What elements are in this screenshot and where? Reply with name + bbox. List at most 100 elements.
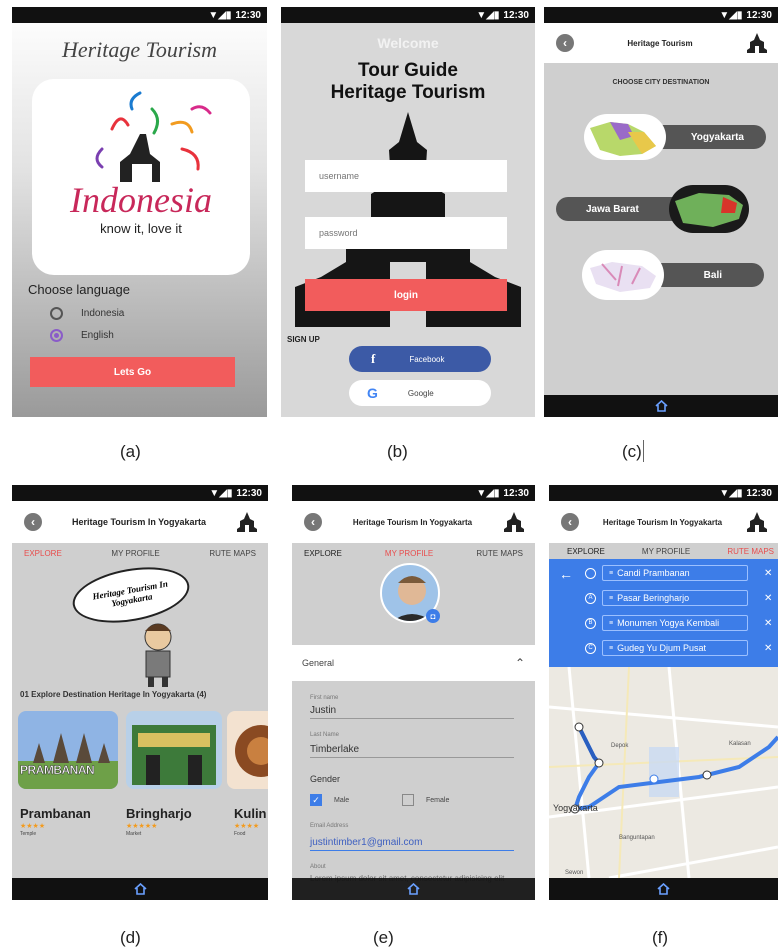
wifi-icon: ▼◢▮ [209, 487, 233, 499]
tab-rute-maps[interactable]: RUTE MAPS [209, 549, 256, 558]
card-name-bringharjo: Bringharjo [126, 806, 192, 821]
checkbox-checked[interactable]: ✓ [310, 794, 322, 806]
bali-map [582, 250, 664, 300]
kulin-image [235, 725, 268, 777]
app-bar-title: Heritage Tourism In Yogyakarta [352, 517, 473, 527]
language-label: English [81, 330, 114, 341]
status-bar: ▼◢▮ 12:30 [12, 7, 267, 23]
radio-unselected[interactable] [50, 307, 63, 320]
card-name-kulin: Kulin [234, 806, 267, 821]
drag-handle-icon: ≡ [609, 594, 614, 602]
status-bar: ▼◢▮ 12:30 [12, 485, 268, 501]
gender-label: Gender [310, 774, 341, 784]
signup-label[interactable]: SIGN UP [287, 335, 320, 344]
route-stop[interactable]: ≡ Candi Prambanan ✕ [585, 565, 772, 581]
route-field[interactable]: ≡ Monumen Yogya Kembali [602, 615, 748, 631]
last-name-field[interactable]: Timberlake [310, 744, 514, 758]
tab-explore[interactable]: EXPLORE [304, 549, 342, 558]
back-button[interactable]: ‹ [561, 513, 579, 531]
logo-tagline: know it, love it [100, 221, 182, 236]
language-option-indonesia[interactable]: Indonesia [50, 307, 124, 320]
route-back-arrow-icon[interactable]: ← [559, 566, 573, 582]
screen-language: ▼◢▮ 12:30 Heritage Tourism Indonesia kno… [12, 7, 267, 417]
tab-explore[interactable]: EXPLORE [567, 547, 605, 556]
bottom-nav [549, 878, 778, 900]
general-section-header[interactable]: General ⌃ [292, 645, 535, 681]
facebook-icon: f [371, 351, 376, 366]
first-name-field[interactable]: Justin [310, 705, 514, 719]
route-stop[interactable]: A ≡ Pasar Beringharjo ✕ [585, 590, 772, 606]
map-view[interactable]: Depok Kalasan Yogyakarta Banguntapan Sew… [549, 667, 778, 878]
caption-f: (f) [652, 928, 669, 947]
wifi-icon: ▼◢▮ [719, 9, 743, 21]
male-option[interactable]: ✓ Male [310, 794, 349, 806]
status-bar: ▼◢▮ 12:30 [281, 7, 535, 23]
route-stop[interactable]: B ≡ Monumen Yogya Kembali ✕ [585, 615, 772, 631]
bottom-nav [12, 878, 268, 900]
temple-logo-icon [237, 512, 257, 532]
back-button[interactable]: ‹ [304, 513, 322, 531]
route-field[interactable]: ≡ Pasar Beringharjo [602, 590, 748, 606]
welcome-text: Welcome [377, 35, 439, 51]
facebook-button[interactable]: f Facebook [349, 346, 491, 372]
close-icon[interactable]: ✕ [764, 593, 772, 604]
caption-b: (b) [387, 442, 408, 461]
card-prambanan[interactable]: PRAMBANAN [18, 711, 118, 789]
password-input[interactable] [305, 217, 507, 249]
tab-rute-maps[interactable]: RUTE MAPS [727, 547, 774, 556]
home-icon[interactable] [133, 883, 147, 895]
section-heading: 01 Explore Destination Heritage In Yogya… [20, 690, 207, 699]
app-bar: ‹ Heritage Tourism In Yogyakarta [549, 501, 778, 543]
lets-go-button[interactable]: Lets Go [30, 357, 235, 387]
card-bringharjo[interactable] [126, 711, 222, 789]
home-icon[interactable] [654, 400, 668, 412]
login-button[interactable]: login [305, 279, 507, 311]
status-time: 12:30 [746, 487, 772, 499]
male-label: Male [334, 796, 350, 804]
route-field[interactable]: ≡ Candi Prambanan [602, 565, 748, 581]
city-yogyakarta[interactable]: Yogyakarta [584, 114, 774, 160]
wifi-icon: ▼◢▮ [719, 487, 743, 499]
app-bar-title: Heritage Tourism In Yogyakarta [71, 517, 207, 527]
camera-icon[interactable]: ◘ [426, 609, 440, 623]
back-button[interactable]: ‹ [24, 513, 42, 531]
tab-explore[interactable]: EXPLORE [24, 549, 62, 558]
close-icon[interactable]: ✕ [764, 643, 772, 654]
card-kulin[interactable] [227, 711, 268, 789]
city-jawa-barat[interactable]: Jawa Barat [554, 185, 764, 233]
back-button[interactable]: ‹ [556, 34, 574, 52]
caption-c: (c) [622, 442, 642, 461]
email-field[interactable]: justintimber1@gmail.com [310, 837, 514, 851]
route-stop[interactable]: C ≡ Gudeg Yu Djum Pusat ✕ [585, 640, 772, 656]
checkbox-unchecked[interactable] [402, 794, 414, 806]
female-option[interactable]: Female [402, 794, 449, 806]
card-category: Food [234, 831, 246, 837]
username-input[interactable] [305, 160, 507, 192]
route-marker: B [585, 617, 596, 629]
status-bar: ▼◢▮ 12:30 [544, 7, 778, 23]
tab-rute-maps[interactable]: RUTE MAPS [476, 549, 523, 558]
radio-selected[interactable] [50, 329, 63, 342]
city-bali[interactable]: Bali [582, 250, 772, 300]
rating-stars: ★★★★ [20, 823, 46, 830]
google-button[interactable]: G Google [349, 380, 491, 406]
route-field[interactable]: ≡ Gudeg Yu Djum Pusat [602, 640, 748, 656]
chevron-up-icon[interactable]: ⌃ [515, 656, 525, 670]
tab-my-profile[interactable]: MY PROFILE [385, 549, 433, 558]
drag-handle-icon: ≡ [609, 569, 614, 577]
indonesia-logo [95, 91, 212, 182]
choose-language-label: Choose language [28, 282, 130, 297]
tab-my-profile[interactable]: MY PROFILE [111, 549, 159, 558]
card-category: Temple [20, 831, 37, 837]
text-cursor [643, 440, 644, 462]
home-icon[interactable] [657, 883, 670, 895]
home-icon[interactable] [407, 883, 420, 895]
prambanan-image [18, 733, 118, 789]
close-icon[interactable]: ✕ [764, 618, 772, 629]
language-option-english[interactable]: English [50, 329, 114, 342]
caption-a: (a) [120, 442, 141, 461]
route-marker: C [585, 642, 596, 654]
first-name-label: First name [310, 695, 339, 701]
close-icon[interactable]: ✕ [764, 568, 772, 579]
tab-my-profile[interactable]: MY PROFILE [642, 547, 690, 556]
